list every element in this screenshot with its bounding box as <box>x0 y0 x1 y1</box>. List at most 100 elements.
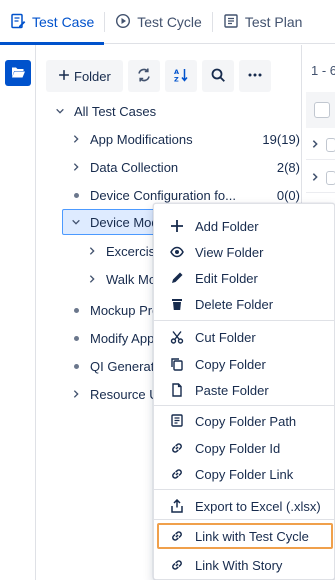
tab-bar: Test Case Test Cycle Test Plan <box>0 0 335 45</box>
bullet-icon <box>70 192 82 198</box>
menu-item-view-folder[interactable]: View Folder <box>154 239 335 265</box>
paste-icon <box>170 383 184 397</box>
menu-item-copy-folder-path[interactable]: Copy Folder Path <box>154 408 335 434</box>
menu-item-link-story[interactable]: Link With Story <box>154 552 335 578</box>
bullet-icon <box>70 335 82 341</box>
tree-item-count: 2(8) <box>276 159 300 175</box>
menu-divider <box>154 519 335 520</box>
sort-button[interactable]: AZ <box>164 60 197 92</box>
tree-item[interactable]: App Modifications 19(19) <box>70 126 300 152</box>
row-checkbox[interactable] <box>326 170 335 185</box>
table-row[interactable] <box>306 130 335 160</box>
scissors-icon <box>170 330 184 344</box>
test-plan-icon <box>223 13 239 32</box>
tree-root-all-test-cases[interactable]: All Test Cases <box>54 98 284 124</box>
folder-context-menu: Add Folder View Folder Edit Folder Delet… <box>153 203 335 580</box>
chevron-right-icon[interactable] <box>86 274 98 284</box>
chevron-down-icon[interactable] <box>54 106 66 116</box>
menu-item-add-folder[interactable]: Add Folder <box>154 213 335 239</box>
link-icon <box>170 529 184 543</box>
tab-test-cycle[interactable]: Test Cycle <box>105 0 212 44</box>
folder-path-icon <box>170 414 184 428</box>
menu-item-copy-folder[interactable]: Copy Folder <box>154 351 335 377</box>
test-cycle-icon <box>115 13 131 32</box>
menu-item-label: View Folder <box>195 244 264 260</box>
tree-item[interactable]: Data Collection 2(8) <box>70 154 300 180</box>
tree-item-label: Walk Mo <box>106 271 157 287</box>
bullet-icon <box>70 363 82 369</box>
menu-item-edit-folder[interactable]: Edit Folder <box>154 265 335 291</box>
menu-item-label: Edit Folder <box>195 270 258 286</box>
tab-test-plan[interactable]: Test Plan <box>213 0 313 44</box>
tree-item-label: Data Collection <box>90 159 179 175</box>
add-folder-button[interactable]: Folder <box>46 60 123 92</box>
menu-item-delete-folder[interactable]: Delete Folder <box>154 291 335 317</box>
menu-item-copy-folder-link[interactable]: Copy Folder Link <box>154 461 335 487</box>
search-icon <box>210 67 226 86</box>
plus-icon <box>170 219 184 233</box>
menu-item-label: Copy Folder <box>195 356 266 372</box>
bullet-icon <box>70 307 82 313</box>
menu-item-paste-folder[interactable]: Paste Folder <box>154 377 335 403</box>
svg-text:Z: Z <box>174 75 179 83</box>
folder-toolbar: Folder AZ <box>46 60 271 92</box>
menu-item-link-test-cycle[interactable]: Link with Test Cycle <box>157 523 333 549</box>
menu-divider <box>154 405 335 406</box>
menu-item-label: Cut Folder <box>195 329 256 345</box>
link-icon <box>170 558 184 572</box>
menu-item-copy-folder-id[interactable]: Copy Folder Id <box>154 435 335 461</box>
menu-item-label: Paste Folder <box>195 382 269 398</box>
folder-tree-toggle-button[interactable] <box>5 60 31 86</box>
menu-item-label: Link With Story <box>195 557 283 573</box>
tree-item-label: Modify App <box>90 330 155 346</box>
tree-item-label: Mockup Pro <box>90 302 160 318</box>
plus-icon <box>58 69 70 84</box>
chevron-right-icon[interactable] <box>70 134 82 144</box>
link-icon <box>170 467 184 481</box>
folder-open-icon <box>10 64 26 83</box>
folder-button-label: Folder <box>74 68 111 84</box>
chevron-right-icon[interactable] <box>310 137 320 152</box>
tab-test-case[interactable]: Test Case <box>0 0 105 45</box>
tree-item-label: Device Configuration fo... <box>90 187 236 203</box>
link-icon <box>170 441 184 455</box>
tree-item-label: Device Mod <box>90 214 159 230</box>
tree-item-count: 0(0) <box>276 187 300 203</box>
refresh-button[interactable] <box>127 60 160 92</box>
export-icon <box>170 499 184 513</box>
select-all-checkbox[interactable] <box>314 102 330 118</box>
chevron-right-icon[interactable] <box>86 246 98 256</box>
tab-label: Test Case <box>32 14 95 30</box>
row-checkbox[interactable] <box>326 137 335 152</box>
menu-item-label: Link with Test Cycle <box>195 528 309 544</box>
eye-icon <box>170 245 184 259</box>
sort-icon: AZ <box>173 67 189 86</box>
chevron-right-icon[interactable] <box>70 162 82 172</box>
tab-label: Test Cycle <box>137 14 202 30</box>
menu-item-label: Copy Folder Id <box>195 440 281 456</box>
chevron-right-icon[interactable] <box>310 170 320 185</box>
menu-item-export-excel[interactable]: Export to Excel (.xlsx) <box>154 493 335 519</box>
trash-icon <box>170 297 184 311</box>
tab-label: Test Plan <box>244 14 303 30</box>
chevron-right-icon[interactable] <box>70 389 82 399</box>
search-button[interactable] <box>201 60 234 92</box>
pagination-info: 1 - 6 <box>311 63 335 78</box>
menu-item-label: Export to Excel (.xlsx) <box>195 498 321 514</box>
chevron-down-icon[interactable] <box>70 217 82 227</box>
pencil-icon <box>170 271 184 285</box>
menu-item-label: Copy Folder Path <box>195 413 297 429</box>
more-button[interactable] <box>238 60 271 92</box>
table-row[interactable] <box>306 163 335 193</box>
tree-item-label: App Modifications <box>90 131 193 147</box>
menu-item-label: Add Folder <box>195 218 259 234</box>
refresh-icon <box>136 67 152 86</box>
tree-item-label: Resource U <box>90 386 159 402</box>
menu-item-label: Copy Folder Link <box>195 466 294 482</box>
menu-divider <box>154 320 335 321</box>
menu-item-cut-folder[interactable]: Cut Folder <box>154 324 335 350</box>
menu-divider <box>154 489 335 490</box>
menu-item-label: Delete Folder <box>195 296 274 312</box>
left-rail <box>0 45 36 580</box>
test-case-icon <box>10 13 26 32</box>
